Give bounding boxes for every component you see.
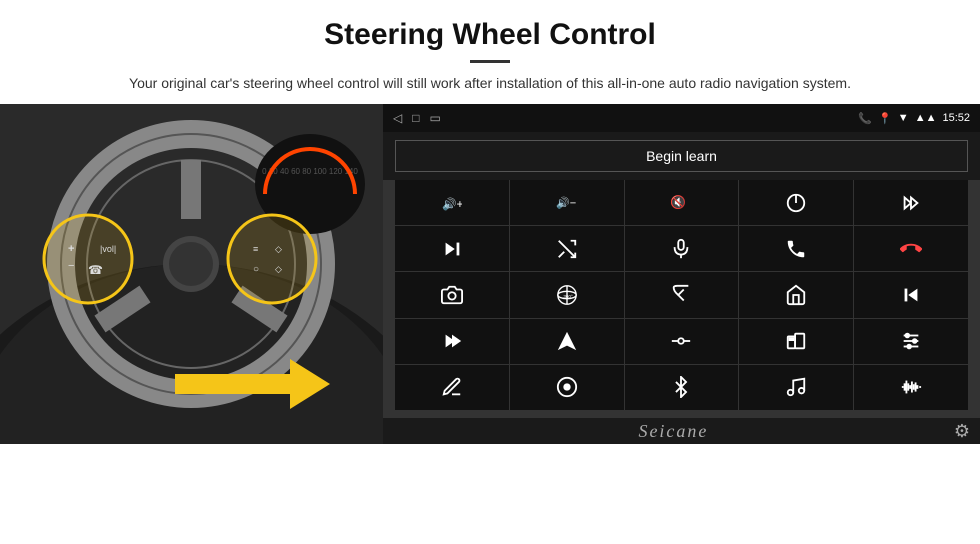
status-left: ◁ □ ▭ [393, 111, 441, 125]
wifi-icon: ▼ [898, 112, 909, 124]
music-note-button[interactable] [739, 365, 853, 410]
home-button[interactable] [739, 272, 853, 317]
svg-text:🔊−: 🔊− [556, 195, 576, 209]
svg-text:0 20 40 60 80 100 120 1: 0 20 40 60 80 100 120 140 [262, 167, 358, 176]
phone-icon: 📞 [858, 112, 872, 125]
equalizer-button[interactable] [625, 319, 739, 364]
signal-icon: ▲▲ [915, 112, 937, 124]
page-wrapper: Steering Wheel Control Your original car… [0, 0, 980, 544]
header-section: Steering Wheel Control Your original car… [0, 0, 980, 104]
svg-text:−: − [68, 260, 74, 272]
vol-mute-button[interactable]: 🔇 [625, 180, 739, 225]
skip-back-button[interactable] [854, 272, 968, 317]
photo-panel: 0 20 40 60 80 100 120 140 + |vol| − ☎ ≡ … [0, 104, 383, 444]
sliders-button[interactable] [854, 319, 968, 364]
bluetooth-button[interactable] [625, 365, 739, 410]
content-area: 0 20 40 60 80 100 120 140 + |vol| − ☎ ≡ … [0, 104, 980, 544]
android-panel: ◁ □ ▭ 📞 📍 ▼ ▲▲ 15:52 Begin learn [383, 104, 980, 444]
svg-text:◇: ◇ [275, 264, 282, 274]
phone-prev-button[interactable] [854, 180, 968, 225]
title-divider [470, 60, 510, 63]
svg-text:○: ○ [253, 264, 259, 275]
360-view-button[interactable]: 360° [510, 272, 624, 317]
svg-text:|vol|: |vol| [100, 244, 116, 254]
button-grid: 🔊+ 🔊− 🔇 [383, 180, 980, 418]
svg-text:◇: ◇ [275, 244, 282, 254]
back-button[interactable] [625, 272, 739, 317]
gear-icon[interactable]: ⚙ [954, 421, 970, 442]
svg-text:🔊+: 🔊+ [442, 197, 462, 211]
camera-button[interactable] [395, 272, 509, 317]
recent-nav-icon[interactable]: ▭ [429, 111, 440, 125]
status-right: 📞 📍 ▼ ▲▲ 15:52 [858, 112, 970, 125]
svg-text:🔇: 🔇 [670, 194, 686, 209]
circle-dot-button[interactable] [510, 365, 624, 410]
bottom-logo: Seicane ⚙ [383, 418, 980, 444]
navigate-button[interactable] [510, 319, 624, 364]
svg-text:360°: 360° [563, 294, 573, 299]
waveform-button[interactable] [854, 365, 968, 410]
phone-call-button[interactable] [739, 226, 853, 271]
time-display: 15:52 [942, 112, 970, 124]
folder-button[interactable] [739, 319, 853, 364]
begin-learn-button[interactable]: Begin learn [395, 140, 968, 172]
svg-text:+: + [68, 243, 74, 255]
back-nav-icon[interactable]: ◁ [393, 111, 402, 125]
subtitle: Your original car's steering wheel contr… [80, 73, 900, 94]
hang-up-button[interactable] [854, 226, 968, 271]
fast-forward-button[interactable] [395, 319, 509, 364]
vol-down-button[interactable]: 🔊− [510, 180, 624, 225]
power-button[interactable] [739, 180, 853, 225]
location-icon: 📍 [878, 112, 892, 125]
pen-button[interactable] [395, 365, 509, 410]
vol-up-button[interactable]: 🔊+ [395, 180, 509, 225]
status-bar: ◁ □ ▭ 📞 📍 ▼ ▲▲ 15:52 [383, 104, 980, 132]
seicane-logo: Seicane [638, 421, 708, 442]
shuffle-button[interactable] [510, 226, 624, 271]
main-title: Steering Wheel Control [60, 18, 920, 52]
mic-button[interactable] [625, 226, 739, 271]
begin-learn-row: Begin learn [383, 132, 980, 180]
next-track-button[interactable] [395, 226, 509, 271]
svg-text:☎: ☎ [88, 263, 103, 277]
home-nav-icon[interactable]: □ [412, 111, 419, 125]
steering-wheel-svg: 0 20 40 60 80 100 120 140 + |vol| − ☎ ≡ … [0, 104, 383, 444]
svg-text:≡: ≡ [253, 244, 258, 254]
